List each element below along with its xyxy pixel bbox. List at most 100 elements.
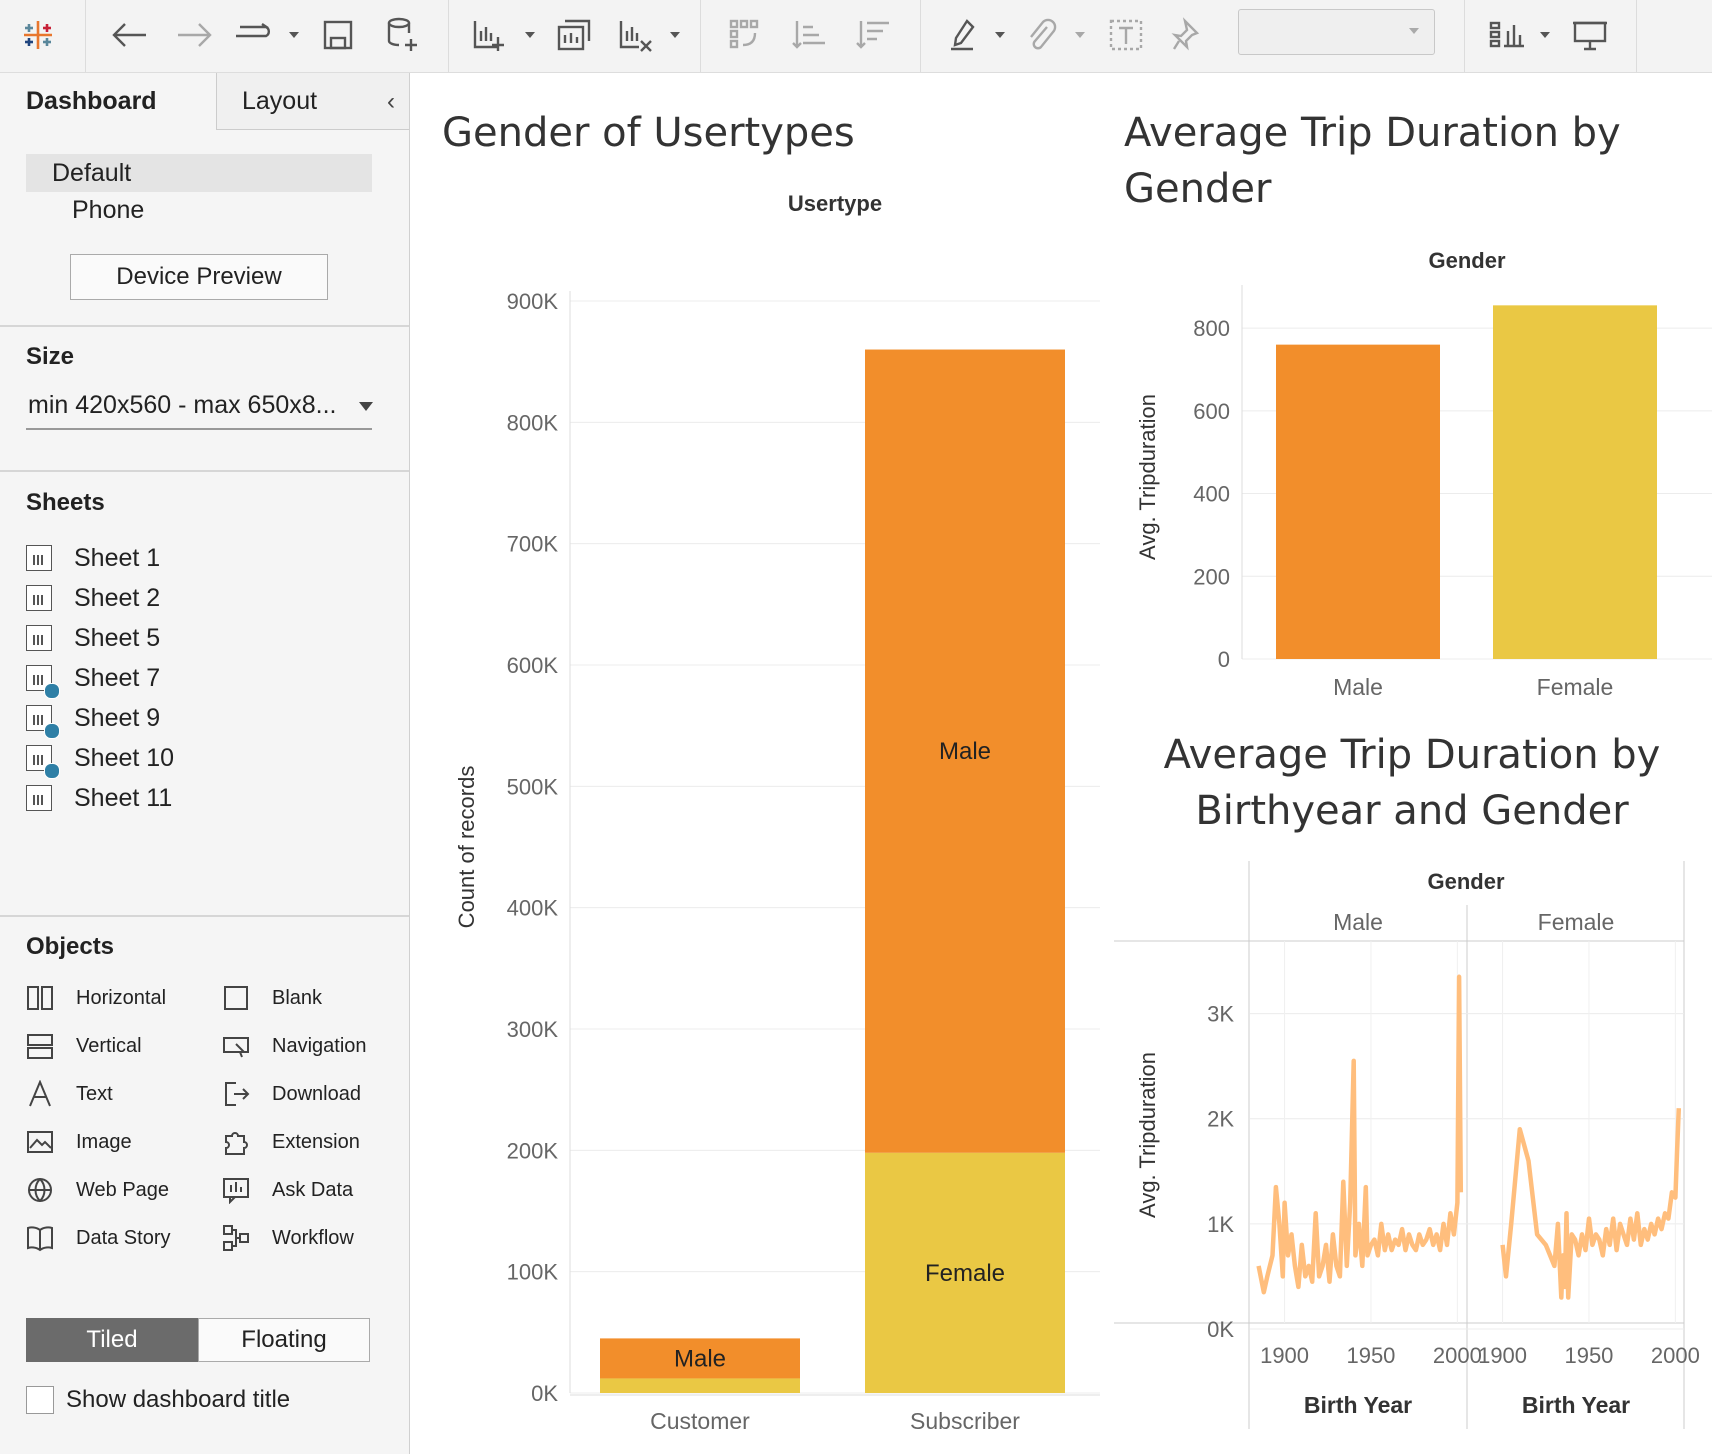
object-item[interactable]: Horizontal [26,980,166,1016]
sheet-item-label: Sheet 9 [74,703,161,732]
y-tick-label: 2K [1207,1107,1234,1132]
worksheet-icon [26,705,60,739]
replay-icon[interactable] [230,10,278,60]
sheet-in-use-check-icon [44,763,60,779]
size-dropdown-value[interactable]: min 420x560 - max 650x8... [28,391,337,420]
sidebar-tabbar: Dashboard Layout ‹ [0,73,409,130]
sheet-item[interactable]: Sheet 5 [26,620,160,656]
sheet-item[interactable]: Sheet 10 [26,740,174,779]
bar-segment-label: Male [674,1345,726,1372]
object-item-label: Navigation [272,1034,367,1057]
y-tick-label: 700K [507,532,559,557]
fit-dropdown[interactable] [1238,9,1435,55]
new-worksheet-icon[interactable] [468,10,512,60]
worksheet-icon [26,625,52,651]
bar-segment-label: Male [939,738,991,765]
show-me-caret[interactable] [1540,32,1550,38]
y-tick-label: 0 [1218,647,1230,672]
replay-dropdown-caret[interactable] [289,32,299,38]
dashboard-canvas: Gender of Usertypes Average Trip Duratio… [410,73,1712,1454]
sheet-item[interactable]: Sheet 2 [26,580,160,616]
highlight-icon[interactable] [944,10,984,60]
object-item[interactable]: Web Page [26,1172,169,1208]
object-item[interactable]: Navigation [222,1028,367,1064]
panel-header-label: Male [1333,909,1383,935]
horizontal-icon [26,984,54,1012]
object-item[interactable]: Data Story [26,1220,170,1256]
duplicate-sheet-icon[interactable] [552,10,596,60]
x-category-label: Female [1537,674,1614,700]
y-tick-label: 600 [1193,399,1230,424]
x-tick-label: 1900 [1478,1343,1527,1368]
show-caption-icon[interactable] [1104,10,1148,60]
x-tick-label: 1900 [1260,1343,1309,1368]
object-item[interactable]: Workflow [222,1220,354,1256]
x-tick-label: 1950 [1346,1343,1395,1368]
object-item[interactable]: Blank [222,980,322,1016]
object-item[interactable]: Extension [222,1124,360,1160]
object-item-label: Vertical [76,1034,142,1057]
trip-duration-line [1500,1108,1682,1300]
x-tick-label: 2000 [1433,1343,1482,1368]
size-dropdown-caret[interactable] [359,402,373,411]
y-tick-label: 300K [507,1017,559,1042]
show-me-icon[interactable] [1486,10,1530,60]
bar-segment [600,1378,800,1393]
clear-sheet-icon[interactable] [614,10,658,60]
clear-sheet-caret[interactable] [670,32,680,38]
object-item[interactable]: Download [222,1076,361,1112]
object-item[interactable]: Text [26,1076,113,1112]
checkbox-box[interactable] [26,1386,54,1414]
save-icon[interactable] [318,10,358,60]
device-phone[interactable]: Phone [72,196,144,225]
device-preview-button[interactable]: Device Preview [70,254,328,300]
floating-toggle[interactable]: Floating [198,1318,370,1362]
object-item[interactable]: Vertical [26,1028,142,1064]
tab-layout[interactable]: Layout [216,73,409,130]
undo-icon[interactable] [108,10,152,60]
object-item[interactable]: Image [26,1124,132,1160]
tiled-toggle[interactable]: Tiled [26,1318,198,1362]
sheet-item[interactable]: Sheet 9 [26,700,161,739]
download-icon [222,1080,250,1108]
sheets-section-title: Sheets [26,489,105,516]
show-dashboard-title-label: Show dashboard title [66,1386,291,1413]
x-axis-title: Birth Year [1304,1392,1412,1418]
pin-icon[interactable] [1168,10,1208,60]
sheet-item-label: Sheet 5 [74,623,161,652]
extension-icon [222,1128,250,1156]
redo-icon[interactable] [172,10,216,60]
object-item-label: Text [76,1082,113,1105]
sheet-item-label: Sheet 11 [74,783,173,812]
gender-bar [1276,344,1440,659]
x-tick-label: 2000 [1651,1343,1700,1368]
device-default[interactable]: Default [26,154,372,192]
toolbar [0,0,1712,73]
object-item-label: Data Story [76,1226,171,1249]
new-worksheet-caret[interactable] [525,32,535,38]
object-item-label: Blank [272,986,323,1009]
sort-ascending-icon[interactable] [788,10,832,60]
object-item-label: Web Page [76,1178,170,1201]
highlight-caret[interactable] [995,32,1005,38]
object-item-label: Horizontal [76,986,167,1009]
swap-rows-columns-icon[interactable] [724,10,768,60]
attachment-caret[interactable] [1075,32,1085,38]
collapse-sidebar-icon[interactable]: ‹ [387,88,395,116]
sort-descending-icon[interactable] [852,10,896,60]
tab-dashboard[interactable]: Dashboard [0,73,216,130]
sheet-item[interactable]: Sheet 11 [26,780,172,816]
y-tick-label: 400K [507,896,559,921]
presentation-mode-icon[interactable] [1568,10,1612,60]
sheet-item-label: Sheet 7 [74,663,161,692]
tab-layout-label: Layout [242,86,318,115]
object-item[interactable]: Ask Data [222,1172,353,1208]
y-tick-label: 800K [507,410,559,435]
attachment-icon[interactable] [1020,10,1064,60]
y-tick-label: 400 [1193,482,1230,507]
blank-icon [222,984,250,1012]
sheet-item[interactable]: Sheet 7 [26,660,161,699]
show-dashboard-title-checkbox[interactable]: Show dashboard title [26,1386,290,1414]
sheet-item[interactable]: Sheet 1 [26,540,160,576]
new-data-source-icon[interactable] [382,10,422,60]
